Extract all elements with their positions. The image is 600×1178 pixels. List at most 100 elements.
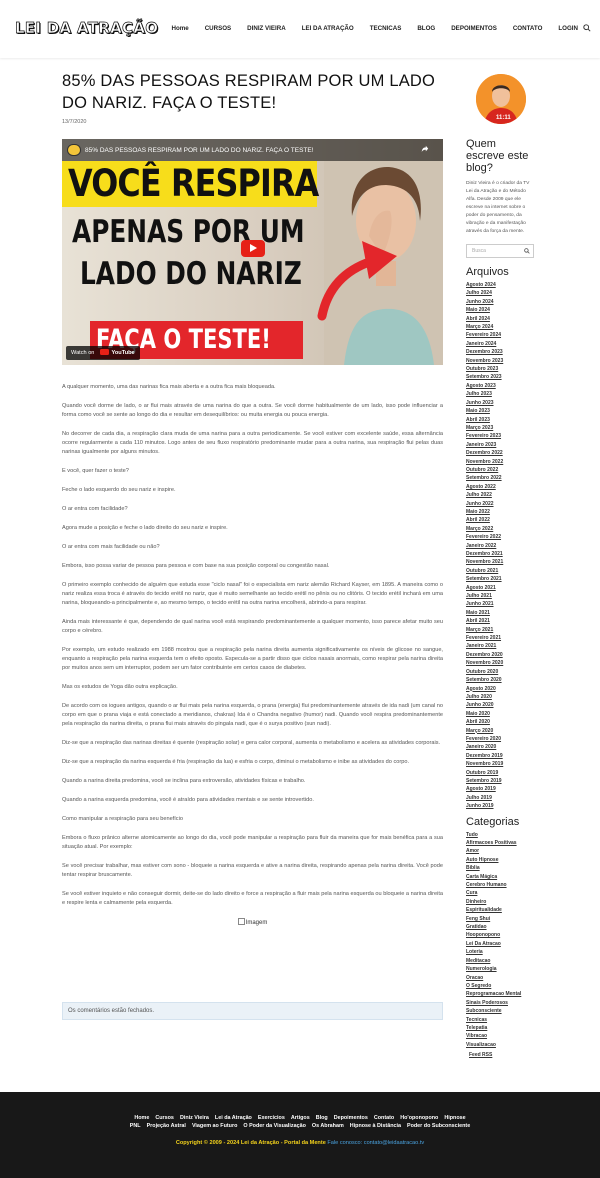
footer-nav-link[interactable]: Os Abraham bbox=[312, 1123, 344, 1129]
archive-link[interactable]: Junho 2019 bbox=[466, 802, 536, 810]
footer-nav-link[interactable]: Viagem ao Futuro bbox=[192, 1123, 237, 1129]
category-link[interactable]: Subconsciente bbox=[466, 1007, 536, 1015]
archive-link[interactable]: Janeiro 2021 bbox=[466, 642, 536, 650]
footer-nav-link[interactable]: Hipnose à Distância bbox=[350, 1123, 401, 1129]
category-link[interactable]: Hooponopono bbox=[466, 931, 536, 939]
footer-nav-link[interactable]: Home bbox=[134, 1115, 149, 1121]
archive-link[interactable]: Agosto 2019 bbox=[466, 785, 536, 793]
contact-email-link[interactable]: Fale conosco: contato@leidaatracao.tv bbox=[327, 1140, 424, 1146]
archive-link[interactable]: Fevereiro 2020 bbox=[466, 735, 536, 743]
footer-nav-link[interactable]: Diniz Vieira bbox=[180, 1115, 209, 1121]
archive-link[interactable]: Dezembro 2022 bbox=[466, 449, 536, 457]
archive-link[interactable]: Novembro 2020 bbox=[466, 659, 536, 667]
category-link[interactable]: Telepatia bbox=[466, 1024, 536, 1032]
archive-link[interactable]: Maio 2024 bbox=[466, 306, 536, 314]
footer-nav-link[interactable]: PNL bbox=[130, 1123, 141, 1129]
archive-link[interactable]: Dezembro 2021 bbox=[466, 550, 536, 558]
sidebar-search-input[interactable]: Busca bbox=[466, 244, 534, 258]
archive-link[interactable]: Julho 2020 bbox=[466, 693, 536, 701]
video-title[interactable]: 85% DAS PESSOAS RESPIRAM POR UM LADO DO … bbox=[85, 147, 314, 154]
archive-link[interactable]: Abril 2023 bbox=[466, 416, 536, 424]
archive-link[interactable]: Outubro 2019 bbox=[466, 769, 536, 777]
archive-link[interactable]: Setembro 2022 bbox=[466, 474, 536, 482]
archive-link[interactable]: Junho 2024 bbox=[466, 298, 536, 306]
rss-feed-link[interactable]: Feed RSS bbox=[469, 1051, 536, 1059]
archive-link[interactable]: Abril 2020 bbox=[466, 718, 536, 726]
category-link[interactable]: Amor bbox=[466, 847, 536, 855]
category-link[interactable]: Reprogramacao Mental bbox=[466, 990, 536, 998]
category-link[interactable]: Tudo bbox=[466, 831, 536, 839]
archive-link[interactable]: Julho 2024 bbox=[466, 289, 536, 297]
archive-link[interactable]: Agosto 2021 bbox=[466, 584, 536, 592]
category-link[interactable]: Auto Hipnose bbox=[466, 856, 536, 864]
play-button-icon[interactable] bbox=[241, 240, 265, 257]
footer-nav-link[interactable]: Cursos bbox=[155, 1115, 174, 1121]
archive-link[interactable]: Abril 2022 bbox=[466, 516, 536, 524]
nav-item-blog[interactable]: BLOG bbox=[417, 25, 435, 32]
category-link[interactable]: Visualizacao bbox=[466, 1041, 536, 1049]
channel-avatar-icon[interactable] bbox=[67, 144, 81, 156]
archive-link[interactable]: Março 2021 bbox=[466, 626, 536, 634]
category-link[interactable]: Vibracao bbox=[466, 1032, 536, 1040]
watch-on-youtube-button[interactable]: Watch on YouTube bbox=[66, 346, 140, 360]
author-avatar[interactable]: 11:11 bbox=[476, 74, 526, 124]
archive-link[interactable]: Junho 2022 bbox=[466, 500, 536, 508]
archive-link[interactable]: Junho 2020 bbox=[466, 701, 536, 709]
archive-link[interactable]: Janeiro 2020 bbox=[466, 743, 536, 751]
category-link[interactable]: Gratidao bbox=[466, 923, 536, 931]
nav-item-cursos[interactable]: CURSOS bbox=[205, 25, 231, 32]
share-icon[interactable] bbox=[421, 145, 429, 153]
archive-link[interactable]: Outubro 2021 bbox=[466, 567, 536, 575]
footer-nav-link[interactable]: Projeção Astral bbox=[147, 1123, 186, 1129]
category-link[interactable]: Cerebro Humano bbox=[466, 881, 536, 889]
archive-link[interactable]: Agosto 2023 bbox=[466, 382, 536, 390]
search-icon[interactable] bbox=[524, 248, 530, 254]
archive-link[interactable]: Maio 2022 bbox=[466, 508, 536, 516]
nav-item-contato[interactable]: CONTATO bbox=[513, 25, 543, 32]
archive-link[interactable]: Outubro 2020 bbox=[466, 668, 536, 676]
archive-link[interactable]: Fevereiro 2021 bbox=[466, 634, 536, 642]
archive-link[interactable]: Maio 2020 bbox=[466, 710, 536, 718]
archive-link[interactable]: Janeiro 2022 bbox=[466, 542, 536, 550]
archive-link[interactable]: Abril 2024 bbox=[466, 315, 536, 323]
archive-link[interactable]: Dezembro 2020 bbox=[466, 651, 536, 659]
category-link[interactable]: Oracao bbox=[466, 974, 536, 982]
search-icon[interactable] bbox=[583, 24, 591, 32]
footer-nav-link[interactable]: Artigos bbox=[291, 1115, 310, 1121]
footer-nav-link[interactable]: O Poder da Visualização bbox=[243, 1123, 306, 1129]
archive-link[interactable]: Setembro 2021 bbox=[466, 575, 536, 583]
category-link[interactable]: Numerologia bbox=[466, 965, 536, 973]
archive-link[interactable]: Março 2023 bbox=[466, 424, 536, 432]
footer-nav-link[interactable]: Ho'oponopono bbox=[400, 1115, 438, 1121]
category-link[interactable]: Bíblia bbox=[466, 864, 536, 872]
footer-nav-link[interactable]: Lei da Atração bbox=[215, 1115, 252, 1121]
archive-link[interactable]: Janeiro 2023 bbox=[466, 441, 536, 449]
archive-link[interactable]: Setembro 2019 bbox=[466, 777, 536, 785]
archive-link[interactable]: Julho 2022 bbox=[466, 491, 536, 499]
category-link[interactable]: Sinais Poderosos bbox=[466, 999, 536, 1007]
category-link[interactable]: O Segredo bbox=[466, 982, 536, 990]
archive-link[interactable]: Setembro 2020 bbox=[466, 676, 536, 684]
archive-link[interactable]: Novembro 2019 bbox=[466, 760, 536, 768]
archive-link[interactable]: Novembro 2021 bbox=[466, 558, 536, 566]
category-link[interactable]: Meditacao bbox=[466, 957, 536, 965]
nav-item-depoimentos[interactable]: DEPOIMENTOS bbox=[451, 25, 497, 32]
category-link[interactable]: Feng Shui bbox=[466, 915, 536, 923]
nav-item-lei-da-atra-o[interactable]: LEI DA ATRAÇÃO bbox=[302, 25, 354, 32]
footer-nav-link[interactable]: Hipnose bbox=[444, 1115, 465, 1121]
archive-link[interactable]: Novembro 2023 bbox=[466, 357, 536, 365]
footer-nav-link[interactable]: Depoimentos bbox=[334, 1115, 368, 1121]
archive-link[interactable]: Março 2022 bbox=[466, 525, 536, 533]
site-logo[interactable]: LEI DA ATRAÇÃO bbox=[15, 19, 159, 38]
archive-link[interactable]: Junho 2023 bbox=[466, 399, 536, 407]
archive-link[interactable]: Agosto 2024 bbox=[466, 281, 536, 289]
nav-item-home[interactable]: Home bbox=[171, 25, 188, 32]
archive-link[interactable]: Agosto 2022 bbox=[466, 483, 536, 491]
footer-nav-link[interactable]: Exercícios bbox=[258, 1115, 285, 1121]
archive-link[interactable]: Março 2020 bbox=[466, 727, 536, 735]
archive-link[interactable]: Outubro 2023 bbox=[466, 365, 536, 373]
category-link[interactable]: Cura bbox=[466, 889, 536, 897]
category-link[interactable]: Lei Da Atracao bbox=[466, 940, 536, 948]
archive-link[interactable]: Fevereiro 2023 bbox=[466, 432, 536, 440]
archive-link[interactable]: Dezembro 2023 bbox=[466, 348, 536, 356]
